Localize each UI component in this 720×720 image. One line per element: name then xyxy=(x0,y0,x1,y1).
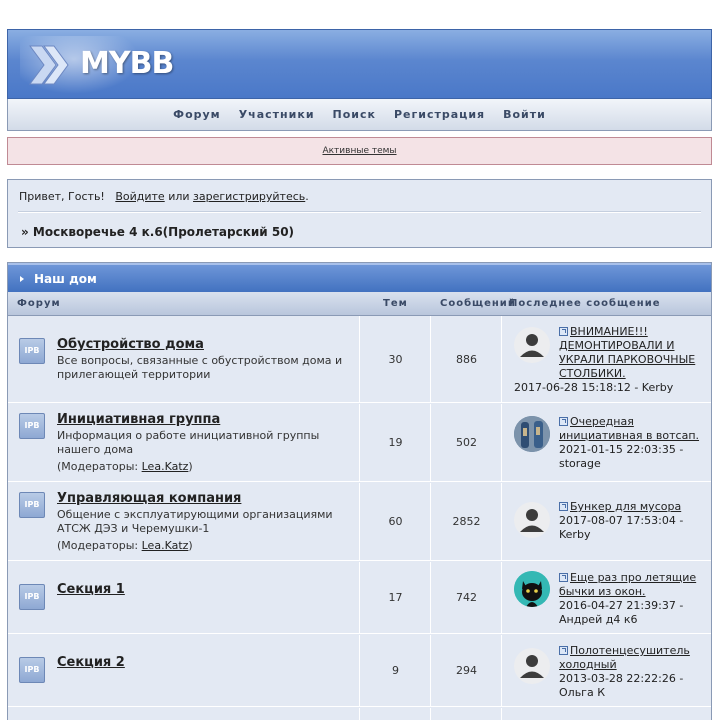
nav-search[interactable]: Поиск xyxy=(333,108,376,121)
topic-count: 17 xyxy=(388,591,403,604)
welcome-box: Привет, Гость! Войдите или зарегистрируй… xyxy=(7,179,712,248)
breadcrumb: » Москворечье 4 к.6(Пролетарский 50) xyxy=(21,225,295,239)
col-forum: Форум xyxy=(17,298,61,309)
nav-forum[interactable]: Форум xyxy=(173,108,221,121)
last-post-icon xyxy=(559,417,568,426)
last-post-meta: 2013-03-28 22:22:26 - Ольга К xyxy=(559,672,684,699)
guest-greeting: Привет, Гость! xyxy=(19,190,105,203)
default-avatar-icon xyxy=(514,327,550,363)
forum-status-icon: IPB xyxy=(19,584,45,610)
topic-count: 30 xyxy=(388,352,403,366)
topic-count: 60 xyxy=(388,515,403,528)
nav-register[interactable]: Регистрация xyxy=(394,108,485,121)
forum-row: IPB Секция 1 17 742 Еще раз про летящие … xyxy=(8,562,711,634)
last-post-link[interactable]: Очередная инициативная в вотсап. xyxy=(559,415,699,442)
last-post-info: Полотенцесушитель холодный 2013-03-28 22… xyxy=(559,644,709,700)
or-text: или xyxy=(168,190,190,203)
post-count: 502 xyxy=(456,436,477,449)
post-count: 294 xyxy=(456,664,477,677)
last-post-meta: 2016-04-27 21:39:37 - Андрей д4 к6 xyxy=(559,599,684,626)
welcome-divider xyxy=(18,211,701,213)
last-post-meta: 2017-06-28 15:18:12 - Kerby xyxy=(514,381,674,394)
forum-description: Все вопросы, связанные с обустройством д… xyxy=(57,354,343,381)
forum-status-icon: IPB xyxy=(19,492,45,518)
mybb-logo[interactable]: MYBB xyxy=(20,36,190,94)
user-photo-avatar xyxy=(514,416,550,452)
post-count: 886 xyxy=(456,352,477,366)
forum-title-link[interactable]: Инициативная группа xyxy=(57,412,220,427)
forum-row: IPB Управляющая компания Общение с экспл… xyxy=(8,483,711,561)
col-posts: Сообщений xyxy=(440,298,516,309)
moderators-prefix: (Модераторы: xyxy=(57,460,142,473)
last-post-link[interactable]: ВНИМАНИЕ!!! ДЕМОНТИРОВАЛИ И УКРАЛИ ПАРКО… xyxy=(559,325,695,380)
cat-avatar xyxy=(514,571,550,607)
forum-description: Информация о работе инициативной группы … xyxy=(57,429,320,456)
forum-status-icon: IPB xyxy=(19,413,45,439)
forum-title-link[interactable]: Управляющая компания xyxy=(57,491,241,506)
expand-arrow-icon[interactable] xyxy=(20,275,24,282)
nav-login[interactable]: Войти xyxy=(503,108,546,121)
active-topics-link[interactable]: Активные темы xyxy=(322,146,396,156)
forum-row: IPB Инициативная группа Информация о раб… xyxy=(8,404,711,482)
last-post-info: Еще раз про летящие бычки из окон. 2016-… xyxy=(559,571,709,627)
category-title: Наш дом xyxy=(34,271,97,286)
topic-count: 19 xyxy=(388,436,403,449)
last-post-info: Бункер для мусора 2017-08-07 17:53:04 - … xyxy=(559,500,709,542)
last-post-meta: 2021-01-15 22:03:35 - storage xyxy=(559,443,684,470)
last-post-meta: 2017-08-07 17:53:04 - Kerby xyxy=(559,514,684,541)
logo-chevron-icon xyxy=(29,45,69,85)
forum-row: IPB Обустройство дома Все вопросы, связа… xyxy=(8,316,711,403)
last-post-link[interactable]: Бункер для мусора xyxy=(570,500,681,513)
nav-members[interactable]: Участники xyxy=(239,108,315,121)
forum-title-link[interactable]: Секция 1 xyxy=(57,582,125,597)
main-nav: Форум Участники Поиск Регистрация Войти xyxy=(7,99,712,131)
col-topics: Тем xyxy=(383,298,408,309)
login-link[interactable]: Войдите xyxy=(115,190,164,203)
moderators-suffix: ) xyxy=(188,539,193,552)
default-avatar-icon xyxy=(514,648,550,684)
last-post-link[interactable]: Полотенцесушитель холодный xyxy=(559,644,690,671)
moderators-suffix: ) xyxy=(188,460,193,473)
forum-list: Наш дом Форум Тем Сообщений Последнее со… xyxy=(7,262,712,720)
default-avatar-icon xyxy=(514,502,550,538)
topic-count: 9 xyxy=(392,664,399,677)
last-post-icon xyxy=(559,327,568,336)
register-link[interactable]: зарегистрируйтесь xyxy=(193,190,305,203)
last-post-icon xyxy=(559,502,568,511)
moderator-link[interactable]: Lea.Katz xyxy=(142,539,189,552)
post-count: 2852 xyxy=(452,515,481,528)
moderators-prefix: (Модераторы: xyxy=(57,539,142,552)
last-post-info: ВНИМАНИЕ!!! ДЕМОНТИРОВАЛИ И УКРАЛИ ПАРКО… xyxy=(559,325,709,381)
last-post-info: Очередная инициативная в вотсап. 2021-01… xyxy=(559,415,709,471)
logo-text: MYBB xyxy=(80,46,174,81)
forum-status-icon: IPB xyxy=(19,657,45,683)
post-count: 742 xyxy=(456,591,477,604)
forum-status-icon: IPB xyxy=(19,338,45,364)
forum-header: MYBB xyxy=(7,29,712,99)
col-last-post: Последнее сообщение xyxy=(509,298,661,309)
welcome-dot: . xyxy=(305,190,309,203)
last-post-link[interactable]: Еще раз про летящие бычки из окон. xyxy=(559,571,696,598)
active-topics-bar: Активные темы xyxy=(7,137,712,165)
forum-description: Общение с эксплуатирующими организациями… xyxy=(57,508,333,535)
last-post-icon xyxy=(559,646,568,655)
forum-row xyxy=(8,708,711,720)
forum-moderators: (Модераторы: Lea.Katz) xyxy=(57,539,193,552)
column-headers: Форум Тем Сообщений Последнее сообщение xyxy=(8,292,711,316)
forum-row: IPB Секция 2 9 294 Полотенцесушитель хол… xyxy=(8,635,711,707)
forum-title-link[interactable]: Обустройство дома xyxy=(57,337,204,352)
forum-moderators: (Модераторы: Lea.Katz) xyxy=(57,460,193,473)
welcome-line: Привет, Гость! Войдите или зарегистрируй… xyxy=(19,190,700,203)
forum-title-link[interactable]: Секция 2 xyxy=(57,655,125,670)
moderator-link[interactable]: Lea.Katz xyxy=(142,460,189,473)
category-header[interactable]: Наш дом xyxy=(8,263,711,292)
last-post-icon xyxy=(559,573,568,582)
